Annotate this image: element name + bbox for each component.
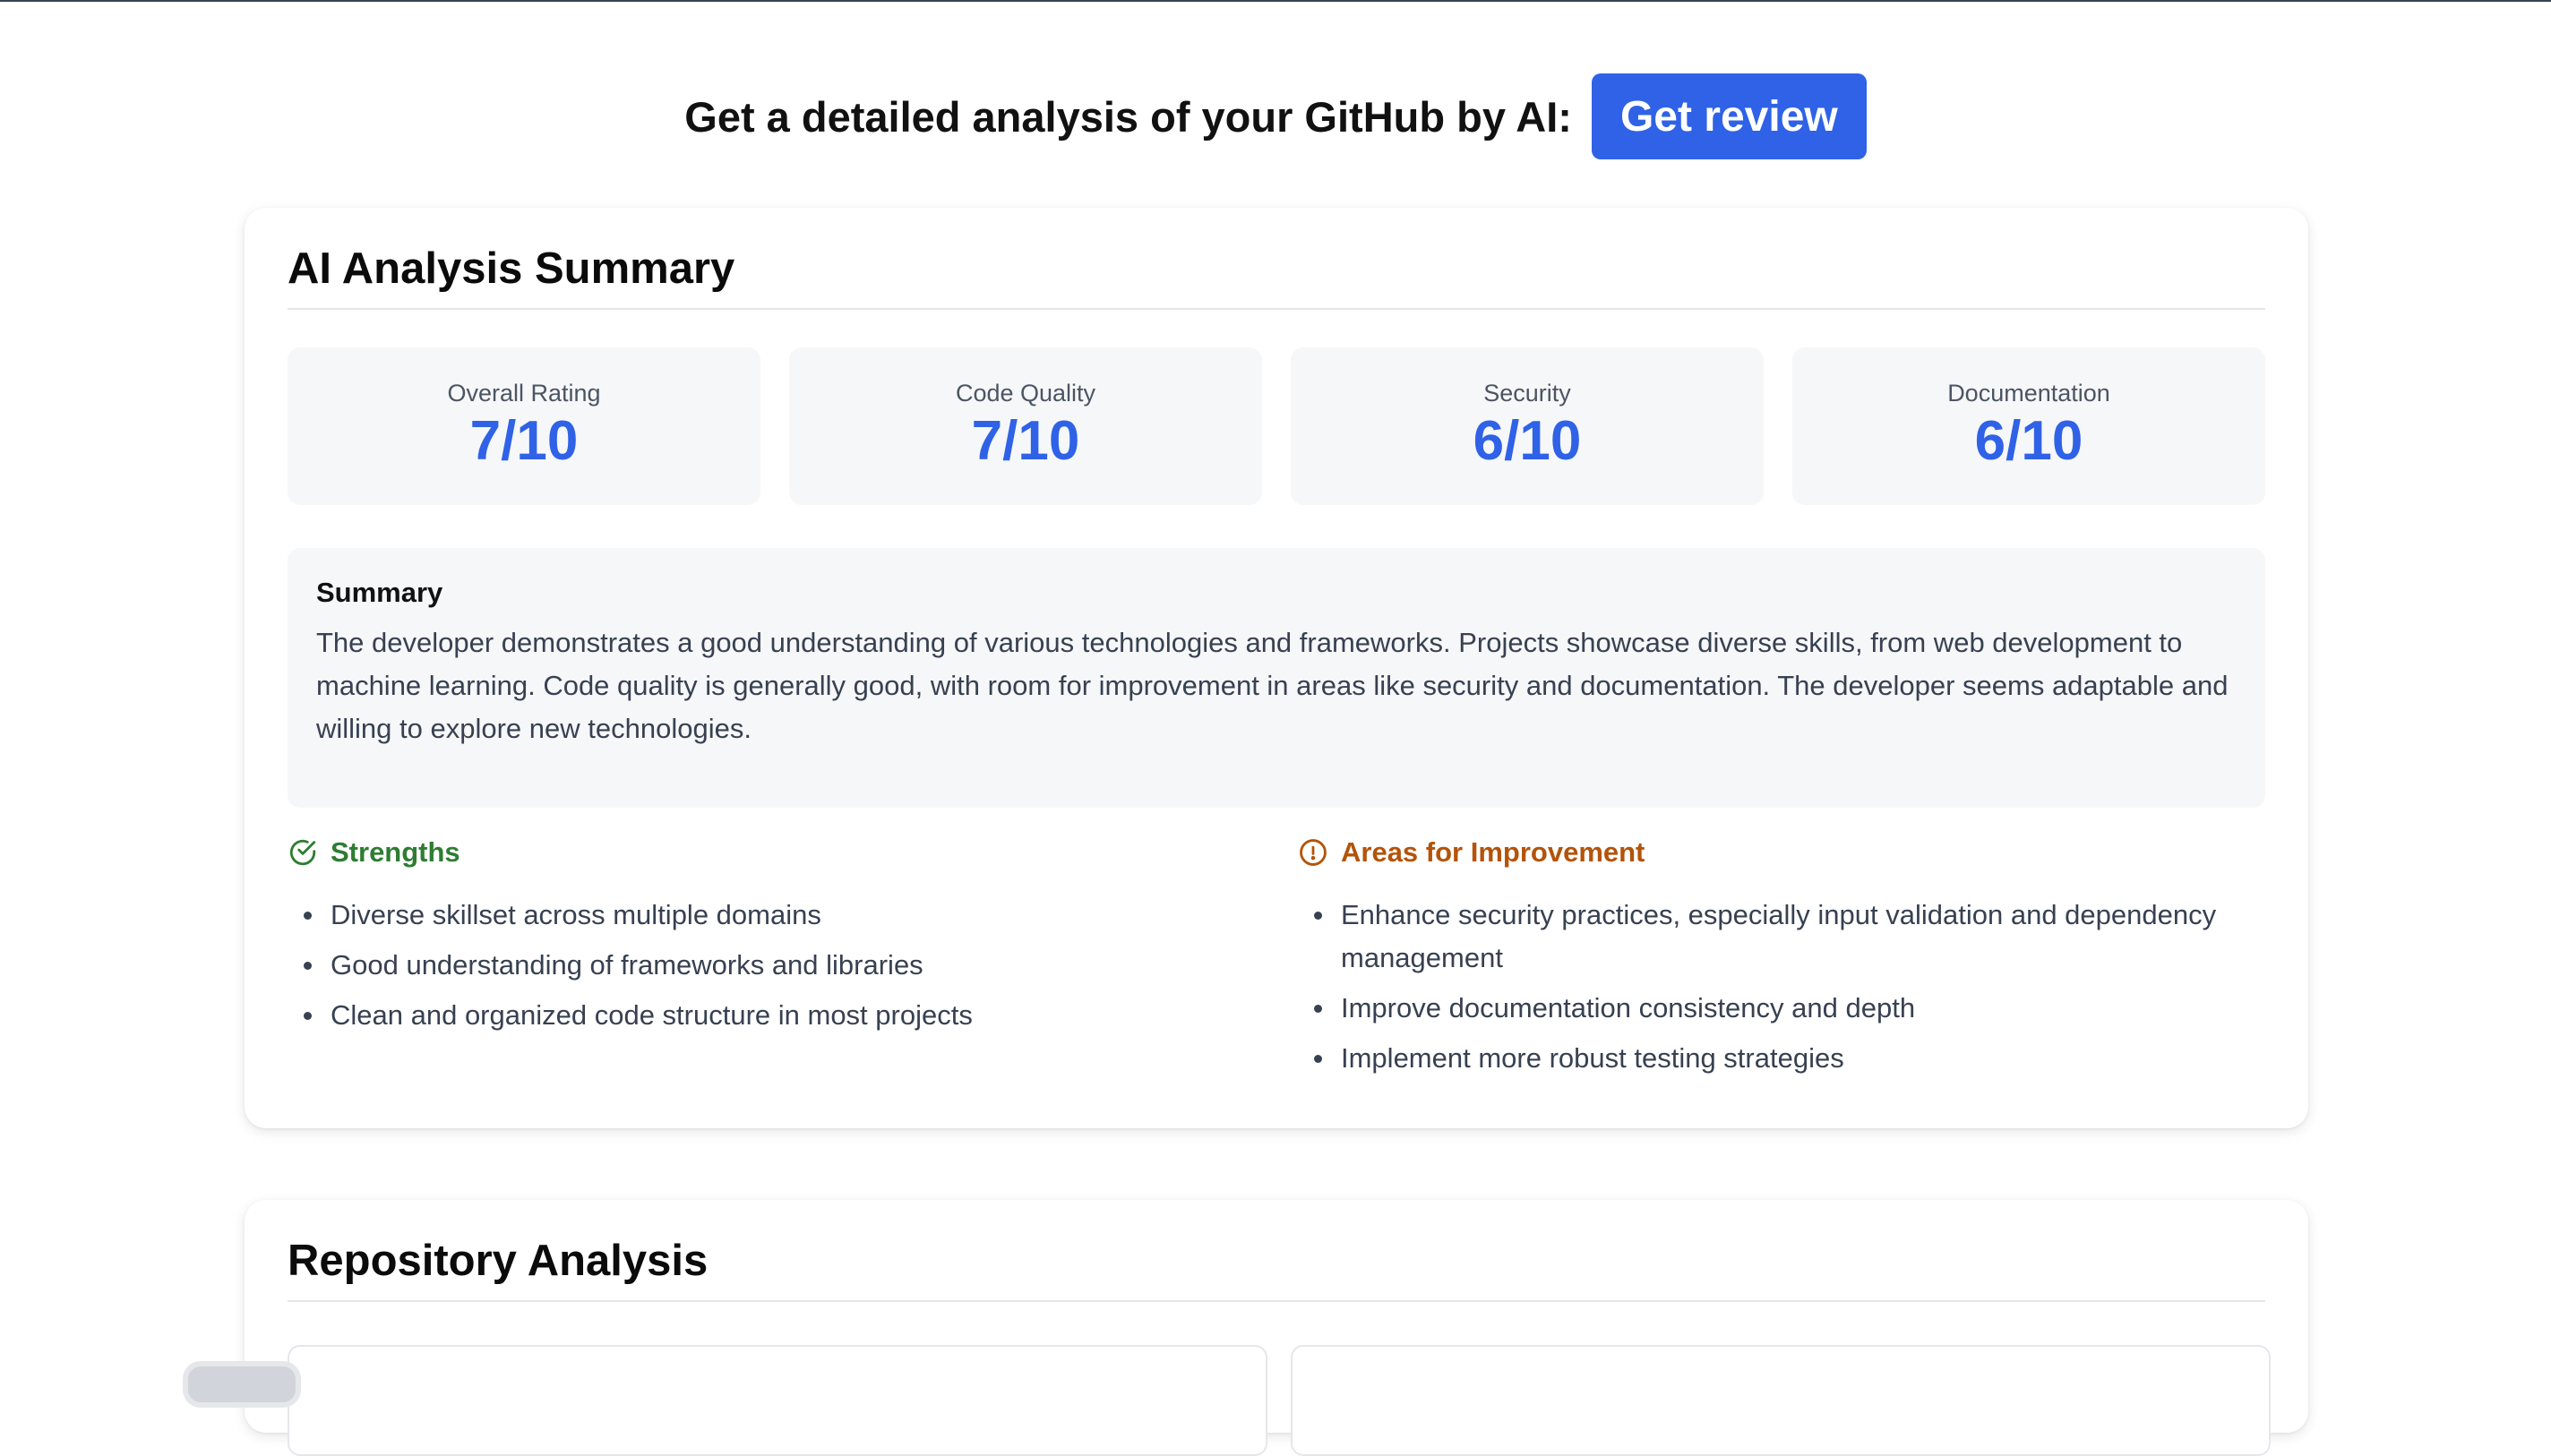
info-circle-icon — [1300, 839, 1327, 866]
summary-box: Summary The developer demonstrates a goo… — [288, 548, 2265, 808]
metric-value: 7/10 — [469, 410, 579, 473]
list-item: Good understanding of frameworks and lib… — [288, 944, 1264, 987]
metric-code-quality: Code Quality 7/10 — [789, 347, 1262, 505]
repo-item-card[interactable] — [1291, 1345, 2271, 1456]
metric-security: Security 6/10 — [1291, 347, 1764, 505]
metric-label: Security — [1483, 380, 1571, 407]
strengths-heading-label: Strengths — [331, 836, 460, 868]
metric-label: Overall Rating — [447, 380, 601, 407]
metric-value: 6/10 — [1473, 410, 1582, 473]
check-circle-icon — [289, 839, 316, 866]
metric-value: 7/10 — [971, 410, 1080, 473]
metrics-row: Overall Rating 7/10 Code Quality 7/10 Se… — [288, 347, 2265, 505]
get-review-button[interactable]: Get review — [1591, 73, 1867, 159]
metric-documentation: Documentation 6/10 — [1792, 347, 2265, 505]
card-title: Repository Analysis — [288, 1236, 2265, 1302]
metric-label: Documentation — [1947, 380, 2110, 407]
metric-overall-rating: Overall Rating 7/10 — [288, 347, 760, 505]
list-item: Clean and organized code structure in mo… — [288, 994, 1264, 1037]
ai-analysis-summary-card: AI Analysis Summary Overall Rating 7/10 … — [245, 208, 2308, 1128]
floating-handle[interactable] — [183, 1361, 301, 1408]
metric-value: 6/10 — [1974, 410, 2083, 473]
list-item: Enhance security practices, especially i… — [1298, 894, 2274, 980]
improvements-list: Enhance security practices, especially i… — [1298, 894, 2274, 1080]
page-title: Get a detailed analysis of your GitHub b… — [684, 92, 1572, 141]
metric-label: Code Quality — [955, 380, 1096, 407]
summary-heading: Summary — [316, 577, 443, 608]
summary-text: The developer demonstrates a good unders… — [316, 627, 2229, 744]
repo-item-card[interactable] — [288, 1345, 1267, 1456]
top-border — [0, 0, 2551, 2]
improvements-heading: Areas for Improvement — [1298, 835, 2274, 870]
strengths-section: Strengths Diverse skillset across multip… — [288, 835, 1264, 1044]
strengths-heading: Strengths — [288, 835, 1264, 870]
improvements-section: Areas for Improvement Enhance security p… — [1298, 835, 2274, 1087]
list-item: Improve documentation consistency and de… — [1298, 987, 2274, 1030]
card-title: AI Analysis Summary — [288, 244, 2265, 310]
repository-analysis-card: Repository Analysis — [245, 1200, 2308, 1456]
list-item: Implement more robust testing strategies — [1298, 1037, 2274, 1080]
list-item: Diverse skillset across multiple domains — [288, 894, 1264, 937]
page-header: Get a detailed analysis of your GitHub b… — [0, 73, 2551, 159]
improvements-heading-label: Areas for Improvement — [1341, 836, 1645, 868]
strengths-list: Diverse skillset across multiple domains… — [288, 894, 1264, 1037]
